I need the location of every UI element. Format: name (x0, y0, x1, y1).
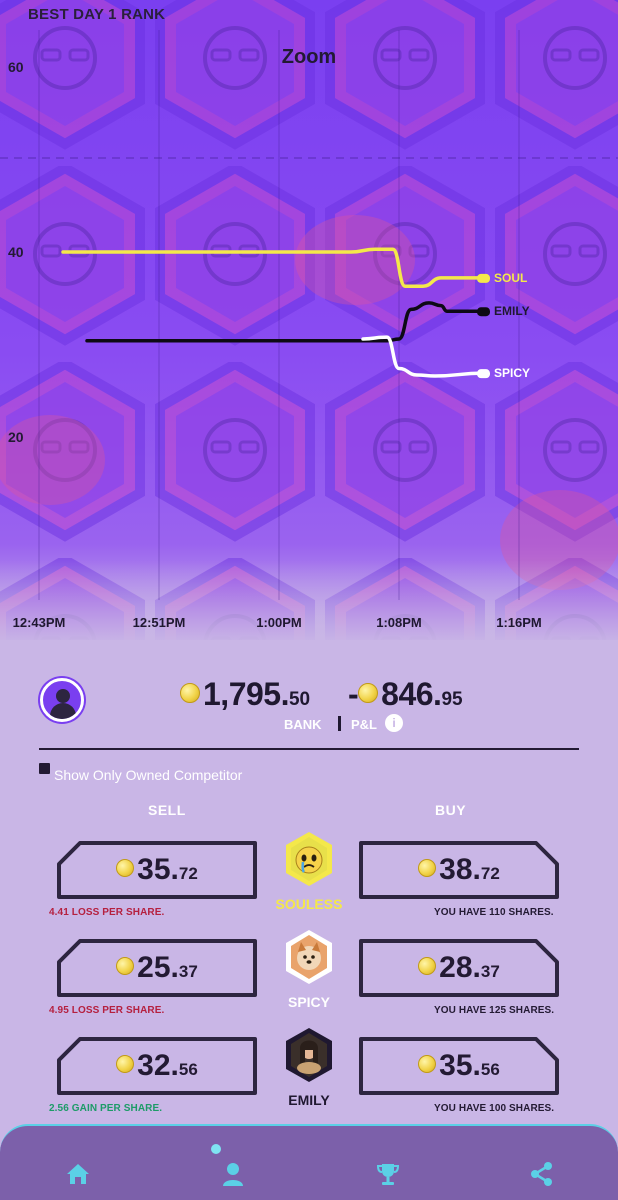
series-label: SOUL (494, 271, 527, 285)
owned-competitor-label[interactable]: Show Only Owned Competitor (54, 767, 242, 783)
buy-button-emily[interactable]: 35. 56 (358, 1036, 560, 1096)
info-icon[interactable]: i (385, 714, 403, 732)
coin-icon (418, 1055, 437, 1073)
person-photo-icon[interactable] (283, 1026, 335, 1084)
sell-price-cents: 72 (178, 864, 198, 883)
profile-icon[interactable] (219, 1160, 247, 1188)
sell-button-emily[interactable]: 32. 56 (56, 1036, 258, 1096)
buy-button-souless[interactable]: 38. 72 (358, 840, 560, 900)
buy-price-whole: 28. (439, 951, 481, 984)
share-icon[interactable] (528, 1160, 556, 1188)
sell-price: 25. 37 (56, 938, 258, 998)
series-end-marker (477, 273, 490, 283)
coin-icon (180, 683, 200, 703)
pl-label: P&L (351, 717, 377, 732)
coin-icon (116, 957, 135, 975)
pl-sign: - (348, 676, 359, 712)
label-divider (338, 716, 341, 731)
coin-icon (116, 859, 135, 877)
sell-price: 32. 56 (56, 1036, 258, 1096)
y-tick-label: 20 (8, 429, 24, 445)
buy-price-whole: 35. (439, 1049, 481, 1082)
buy-price: 28. 37 (358, 938, 560, 998)
stock-chart: BEST DAY 1 RANK Zoom 20 40 60 12:43PM 12:51… (0, 0, 618, 640)
user-avatar[interactable] (40, 678, 84, 722)
series-line-soul (61, 247, 485, 288)
series-label: EMILY (494, 304, 530, 318)
buy-button-spicy[interactable]: 28. 37 (358, 938, 560, 998)
owned-competitor-checkbox[interactable] (39, 763, 50, 774)
bank-label: BANK (284, 717, 322, 732)
sell-note: 2.56 GAIN PER SHARE. (49, 1103, 163, 1114)
owned-shares-note: YOU HAVE 100 SHARES. (434, 1103, 555, 1114)
bank-balance: 1,795. 50 (180, 676, 310, 713)
bank-balance-whole: 1,795. (203, 676, 289, 712)
buy-price-whole: 38. (439, 853, 481, 886)
sell-price-cents: 56 (178, 1060, 198, 1079)
y-tick-label: 40 (8, 244, 24, 260)
coin-icon (418, 859, 437, 877)
bank-balance-cents: 50 (288, 689, 311, 710)
sell-button-spicy[interactable]: 25. 37 (56, 938, 258, 998)
series-end-marker (477, 307, 490, 317)
series-label: SPICY (494, 366, 530, 380)
sell-price-whole: 32. (137, 1049, 179, 1082)
series-line-spicy (361, 335, 485, 378)
sell-price-cents: 37 (178, 962, 198, 981)
buy-price: 38. 72 (358, 840, 560, 900)
competitor-name: SPICY (287, 994, 330, 1010)
competitor-name: EMILY (288, 1092, 330, 1108)
owned-shares-note: YOU HAVE 125 SHARES. (434, 1005, 555, 1016)
x-tick-label: 1:00PM (256, 615, 302, 630)
buy-price-cents: 72 (480, 864, 500, 883)
coin-icon (358, 683, 379, 703)
buy-column-header: BUY (435, 802, 467, 818)
buy-price: 35. 56 (358, 1036, 560, 1096)
pl-cents: 95 (441, 689, 463, 710)
y-tick-label: 60 (8, 59, 24, 75)
sell-note: 4.41 LOSS PER SHARE. (49, 907, 165, 918)
owned-shares-note: YOU HAVE 110 SHARES. (434, 907, 554, 918)
buy-price-cents: 37 (480, 962, 500, 981)
series-line-emily (85, 301, 485, 343)
avatar-head-icon (56, 689, 70, 703)
pl-whole: 846. (381, 676, 442, 712)
series-end-marker (477, 369, 490, 379)
coin-icon (418, 957, 437, 975)
pl-value: - 846. 95 (348, 676, 463, 713)
bottom-navigation (0, 1124, 618, 1200)
crying-emoji-icon[interactable] (283, 830, 335, 888)
competitor-name: SOULESS (275, 896, 343, 912)
x-tick-label: 1:16PM (496, 615, 542, 630)
sell-price-whole: 25. (137, 951, 179, 984)
sell-button-souless[interactable]: 35. 72 (56, 840, 258, 900)
sell-price-whole: 35. (137, 853, 179, 886)
home-icon[interactable] (64, 1160, 92, 1188)
sell-note: 4.95 LOSS PER SHARE. (49, 1005, 165, 1016)
sell-price: 35. 72 (56, 840, 258, 900)
dog-photo-icon[interactable] (283, 928, 335, 986)
divider (39, 748, 579, 750)
chart-plot: 204060 12:43PM 12:51PM 1:00PM 1:08PM 1:16PM … (0, 30, 618, 630)
sell-column-header: SELL (148, 802, 186, 818)
active-tab-indicator (211, 1144, 221, 1154)
avatar-body-icon (50, 703, 76, 719)
x-tick-label: 12:51PM (133, 615, 186, 630)
x-tick-label: 1:08PM (376, 615, 422, 630)
coin-icon (116, 1055, 135, 1073)
x-tick-label: 12:43PM (13, 615, 66, 630)
buy-price-cents: 56 (480, 1060, 500, 1079)
trophy-icon[interactable] (374, 1160, 402, 1188)
